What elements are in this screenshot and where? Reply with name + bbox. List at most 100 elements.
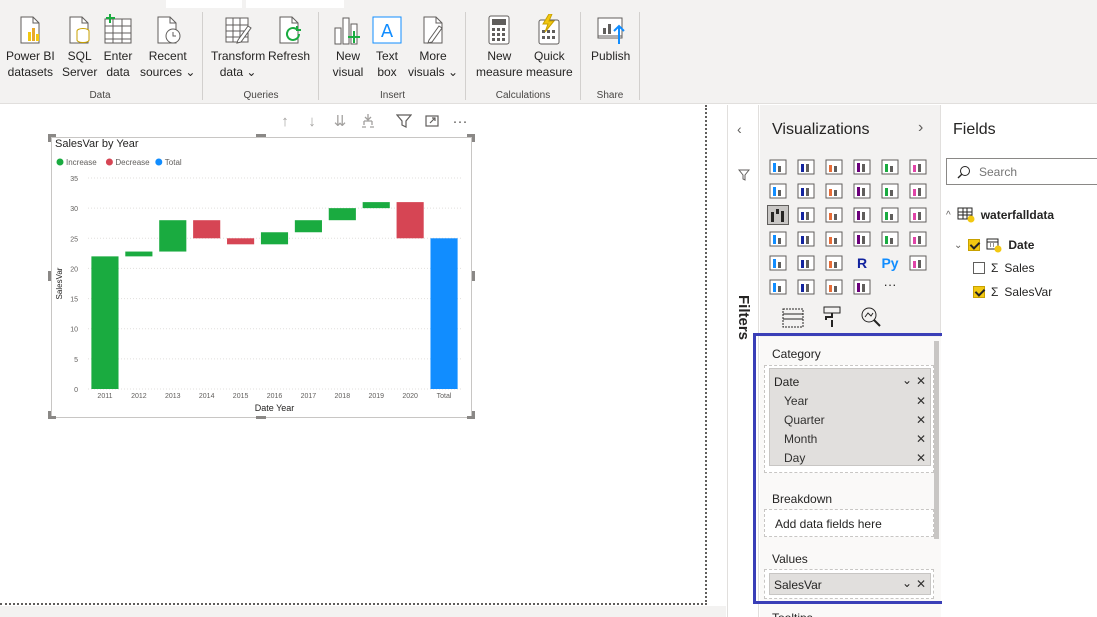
field-checkbox[interactable] bbox=[968, 239, 981, 251]
r-visual-icon[interactable]: R bbox=[852, 254, 872, 272]
ribbon-tab-stub[interactable] bbox=[166, 0, 242, 8]
new-measure-icon bbox=[488, 15, 510, 45]
fields-tab-icon[interactable] bbox=[782, 308, 804, 328]
new-measure-label: measure bbox=[476, 65, 523, 79]
area-chart-icon[interactable] bbox=[796, 182, 816, 200]
smart-narrative-icon[interactable] bbox=[824, 278, 844, 296]
resize-handle[interactable] bbox=[48, 271, 51, 281]
waterfall-chart-icon[interactable] bbox=[767, 205, 789, 225]
resize-handle[interactable] bbox=[472, 271, 475, 281]
resize-handle[interactable] bbox=[48, 134, 51, 142]
transform-data-button[interactable]: Transform data ⌄ bbox=[211, 14, 265, 80]
refresh-button[interactable]: Refresh bbox=[268, 14, 310, 64]
power-bi-datasets-button[interactable]: Power BI datasets bbox=[6, 14, 55, 80]
x-tick-label: 2017 bbox=[301, 393, 317, 400]
python-visual-icon[interactable]: Py bbox=[880, 254, 900, 272]
map-icon[interactable] bbox=[768, 230, 788, 248]
waterfall-bar bbox=[125, 251, 153, 257]
filled-map-icon[interactable] bbox=[796, 230, 816, 248]
resize-handle[interactable] bbox=[472, 411, 475, 419]
matrix-icon[interactable] bbox=[824, 254, 844, 272]
stacked-bar-icon[interactable] bbox=[768, 158, 788, 176]
resize-handle[interactable] bbox=[48, 411, 51, 419]
ribbon-tab-stub[interactable] bbox=[246, 0, 344, 8]
pie-chart-icon[interactable] bbox=[852, 206, 872, 224]
recent-sources-icon bbox=[157, 16, 181, 44]
focus-mode-icon[interactable] bbox=[423, 113, 441, 131]
filter-funnel-icon bbox=[738, 169, 750, 181]
funnel-icon[interactable] bbox=[796, 206, 816, 224]
power-bi-datasets-label: datasets bbox=[7, 65, 54, 79]
ribbon-chart-icon[interactable] bbox=[908, 182, 928, 200]
line-chart-icon[interactable] bbox=[768, 182, 788, 200]
analytics-tab-icon[interactable] bbox=[860, 306, 882, 328]
scatter-icon[interactable] bbox=[824, 206, 844, 224]
more-visuals-label: More bbox=[419, 49, 447, 63]
kpi-icon[interactable] bbox=[908, 230, 928, 248]
line-clustered-icon[interactable] bbox=[880, 182, 900, 200]
resize-handle[interactable] bbox=[256, 416, 266, 419]
100-column-icon[interactable] bbox=[908, 158, 928, 176]
new-measure-button[interactable]: New measure bbox=[476, 14, 523, 80]
canvas-gutter bbox=[708, 105, 726, 617]
x-tick-label: 2014 bbox=[199, 393, 215, 400]
stacked-column-icon[interactable] bbox=[796, 158, 816, 176]
line-column-icon[interactable] bbox=[852, 182, 872, 200]
card-icon[interactable] bbox=[852, 230, 872, 248]
publish-label: Publish bbox=[591, 49, 631, 63]
drill-up-icon[interactable]: ↑ bbox=[276, 113, 294, 131]
filter-icon[interactable] bbox=[395, 113, 413, 131]
100-bar-icon[interactable] bbox=[880, 158, 900, 176]
field-item-sales[interactable]: Σ Sales bbox=[973, 261, 1034, 275]
resize-handle[interactable] bbox=[472, 134, 475, 142]
ribbon-separator bbox=[639, 12, 640, 100]
go-to-next-level-icon[interactable]: ⇊ bbox=[331, 113, 349, 131]
field-item-salesvar[interactable]: Σ SalesVar bbox=[973, 285, 1052, 299]
text-box-button[interactable]: A Text box bbox=[371, 14, 403, 80]
gauge-icon[interactable] bbox=[824, 230, 844, 248]
clustered-bar-icon[interactable] bbox=[824, 158, 844, 176]
field-name: SalesVar bbox=[1004, 285, 1053, 299]
treemap-icon[interactable] bbox=[908, 206, 928, 224]
table-node[interactable]: ^ waterfalldata bbox=[946, 207, 1054, 223]
search-input[interactable] bbox=[979, 163, 1097, 181]
table-name: waterfalldata bbox=[980, 208, 1055, 222]
field-item-date[interactable]: ⌄ Date bbox=[954, 237, 1034, 253]
ribbon-group-calculations: Calculations bbox=[495, 90, 551, 101]
enter-data-button[interactable]: Enter data bbox=[102, 14, 134, 80]
quick-measure-label: Quick bbox=[534, 49, 565, 63]
more-visuals-icon[interactable]: ··· bbox=[880, 278, 900, 296]
clustered-column-icon[interactable] bbox=[852, 158, 872, 176]
expand-hierarchy-icon[interactable] bbox=[359, 113, 377, 131]
stacked-area-icon[interactable] bbox=[824, 182, 844, 200]
fields-search-box[interactable] bbox=[946, 158, 1097, 185]
resize-handle[interactable] bbox=[256, 134, 266, 137]
more-visuals-button[interactable]: More visuals ⌄ bbox=[408, 14, 458, 80]
waterfall-visual[interactable]: SalesVar by Year Increase Decrease Total 0 5 1… bbox=[51, 137, 472, 418]
field-checkbox[interactable] bbox=[973, 286, 985, 298]
expand-visualizations-icon[interactable]: › bbox=[918, 119, 923, 137]
new-visual-button[interactable]: New visual bbox=[332, 14, 364, 80]
y-tick-label: 20 bbox=[70, 266, 78, 273]
field-checkbox[interactable] bbox=[973, 262, 985, 274]
collapse-caret-icon[interactable]: ^ bbox=[946, 210, 951, 221]
slicer-icon[interactable] bbox=[768, 254, 788, 272]
donut-icon[interactable] bbox=[880, 206, 900, 224]
decomposition-tree-icon[interactable] bbox=[768, 278, 788, 296]
recent-sources-button[interactable]: Recent sources ⌄ bbox=[140, 14, 195, 80]
paginated-report-icon[interactable] bbox=[852, 278, 872, 296]
table-visual-icon[interactable] bbox=[796, 254, 816, 272]
quick-measure-button[interactable]: Quick measure bbox=[526, 14, 573, 80]
publish-button[interactable]: Publish bbox=[591, 14, 630, 64]
drill-down-icon[interactable]: ↓ bbox=[303, 113, 321, 131]
qa-icon[interactable] bbox=[796, 278, 816, 296]
more-options-icon[interactable]: ··· bbox=[451, 113, 469, 131]
multi-row-card-icon[interactable] bbox=[880, 230, 900, 248]
key-influencers-icon[interactable] bbox=[908, 254, 928, 272]
collapse-filters-icon[interactable]: ‹ bbox=[737, 121, 742, 137]
sql-server-label: SQL bbox=[67, 49, 92, 63]
sql-server-button[interactable]: SQL Server bbox=[62, 14, 97, 80]
format-tab-icon[interactable] bbox=[822, 306, 842, 328]
expand-caret-icon[interactable]: ⌄ bbox=[954, 240, 962, 251]
waterfall-bar bbox=[396, 202, 424, 239]
